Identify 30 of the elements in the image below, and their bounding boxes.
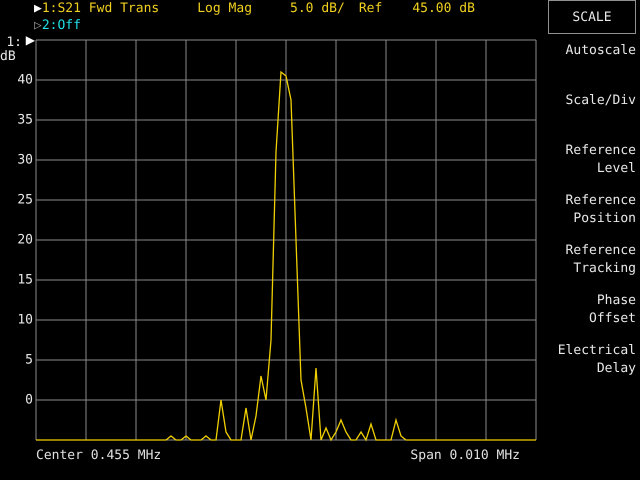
softkey-button[interactable]: Reference Level: [544, 138, 636, 188]
y-tick-label: 10: [17, 312, 33, 328]
reference-value: 45.00 dB: [412, 0, 475, 17]
unit-label: dB: [0, 49, 16, 64]
y-tick-label: 40: [17, 72, 33, 88]
softkey-button[interactable]: Electrical Delay: [544, 338, 636, 388]
softkey-button[interactable]: Reference Tracking: [544, 238, 636, 288]
softkey-button[interactable]: Phase Offset: [544, 288, 636, 338]
reference-marker: ▶: [26, 36, 35, 47]
y-tick-label: 5: [25, 352, 33, 368]
trace-label: 2:Off: [42, 17, 81, 34]
menu-title-button[interactable]: SCALE: [548, 0, 636, 34]
softkey-button[interactable]: Scale/Div: [544, 88, 636, 138]
y-tick-label: 30: [17, 152, 33, 168]
trace-number: 1:: [6, 36, 22, 50]
trace-label: 1:S21 Fwd Trans: [42, 0, 160, 17]
y-tick-label: 35: [17, 112, 33, 128]
y-tick-label: 20: [17, 232, 33, 248]
trace-marker: ▶: [34, 0, 42, 17]
format-label: Log Mag: [197, 0, 252, 17]
reference-label: Ref: [358, 0, 382, 17]
scale-label: 5.0 dB/: [290, 0, 345, 17]
y-tick-label: 25: [17, 192, 33, 208]
trace-marker: ▷: [34, 17, 42, 34]
center-frequency: Center 0.455 MHz: [36, 448, 162, 463]
softkey-button[interactable]: Autoscale: [544, 38, 636, 88]
y-tick-label: 15: [17, 272, 33, 288]
softkey-button[interactable]: Reference Position: [544, 188, 636, 238]
span-frequency: Span 0.010 MHz: [410, 448, 520, 463]
y-tick-label: 0: [25, 392, 33, 408]
